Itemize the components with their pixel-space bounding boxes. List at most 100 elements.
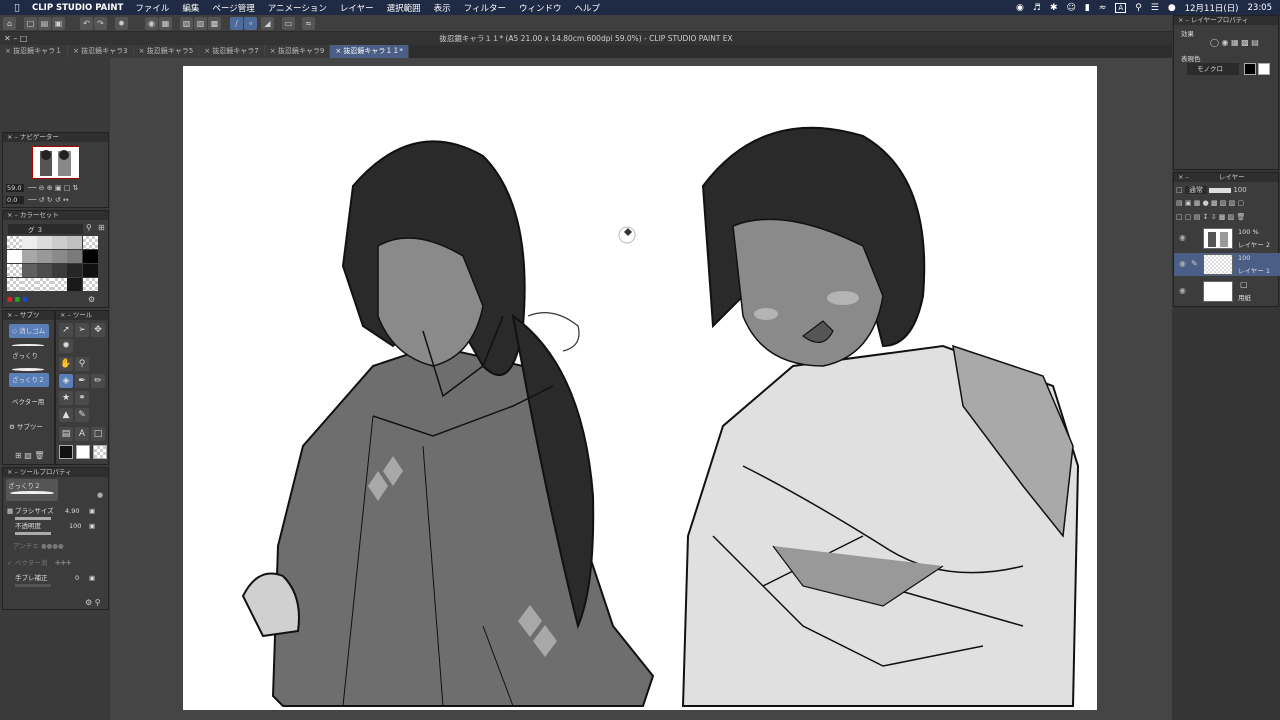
new-file-icon[interactable]: □ [24, 17, 37, 30]
show-ruler-icon[interactable]: ▭ [282, 17, 295, 30]
menu-filter[interactable]: フィルター [464, 2, 506, 14]
transparent-color-swatch[interactable] [93, 445, 107, 459]
menu-edit[interactable]: 編集 [182, 2, 199, 14]
layer-color-icon[interactable]: ▩ [1241, 38, 1249, 47]
subtool-zakkuri2[interactable]: ざっくり２ [9, 373, 49, 387]
swatch-color[interactable] [52, 236, 67, 249]
menu-help[interactable]: ヘルプ [575, 2, 601, 14]
minimize-window-icon[interactable]: – [13, 34, 17, 43]
menu-page[interactable]: ページ管理 [212, 2, 254, 14]
ruler-icon[interactable]: ▤ [59, 427, 73, 441]
drawing-canvas[interactable] [183, 66, 1097, 710]
subtool-zakkuri[interactable]: ざっくり [9, 349, 49, 363]
wifi-icon[interactable]: ≈ [1099, 3, 1107, 13]
zoom-slider[interactable]: ── ⊖ ⊕ ▣ □ ⇅ [28, 184, 78, 192]
app-name[interactable]: CLIP STUDIO PAINT [32, 3, 123, 13]
swatch-color[interactable] [52, 250, 67, 263]
layer-color-icon[interactable]: ▢ [1238, 199, 1245, 207]
color-set-search-icon[interactable]: ⚲ [86, 223, 92, 232]
menu-animation[interactable]: アニメーション [268, 2, 327, 14]
maximize-window-icon[interactable]: □ [20, 34, 28, 43]
pen-icon[interactable]: ✒ [75, 374, 89, 388]
swatch-transparent[interactable] [7, 278, 22, 291]
swatch-transparent[interactable] [7, 236, 22, 249]
gradient-map-icon[interactable]: ▤ [1251, 38, 1259, 47]
combine-down-icon[interactable]: ⇩ [1211, 213, 1217, 221]
blend-mode-dropdown[interactable]: 通常 [1184, 186, 1207, 194]
siri-icon[interactable]: ● [1168, 3, 1176, 13]
control-center-icon[interactable]: ☰ [1151, 3, 1159, 13]
delete-subtool-icon[interactable]: 🗑 [34, 451, 44, 460]
lock-icon[interactable]: ● [97, 491, 103, 499]
operation-icon[interactable]: ➢ [75, 323, 89, 337]
home-icon[interactable]: ⌂ [3, 17, 16, 30]
pencil-icon[interactable]: ✏ [91, 374, 105, 388]
swatch-transparent[interactable] [7, 264, 22, 277]
swatch-color[interactable] [7, 250, 22, 263]
swatch-transparent[interactable] [83, 236, 98, 249]
opacity-value[interactable]: 100 [69, 520, 81, 532]
brush-size-settings-icon[interactable]: ▣ [89, 505, 95, 517]
swatch-color[interactable] [22, 250, 37, 263]
text-icon[interactable]: A [75, 427, 89, 441]
menubar-time[interactable]: 23:05 [1248, 3, 1273, 13]
snap-icon[interactable]: ≈ [302, 17, 315, 30]
ruler-show-icon[interactable]: ▧ [1229, 199, 1236, 207]
volume-icon[interactable]: ♬ [1033, 3, 1041, 13]
sub-color-swatch[interactable] [76, 445, 90, 459]
input-mode-indicator[interactable]: A [1115, 2, 1127, 13]
color-set-add-icon[interactable]: ⊞ [98, 223, 105, 232]
battery-icon[interactable]: ▮ [1085, 3, 1090, 13]
swatch-color[interactable] [67, 236, 82, 249]
eye-icon[interactable]: ◉ [1179, 233, 1186, 242]
document-tab[interactable]: × 抜忍鏡キャラ5 [133, 45, 200, 58]
swatch-color[interactable] [67, 278, 82, 291]
frame-icon[interactable]: □ [91, 427, 105, 441]
swatch-color[interactable] [37, 236, 52, 249]
eye-icon[interactable]: ◉ [1179, 286, 1186, 295]
vector-eraser-options[interactable]: ✚✚✚ [55, 557, 71, 569]
swatch-transparent[interactable] [22, 278, 37, 291]
document-tab[interactable]: × 抜忍鏡キャラ9 [264, 45, 331, 58]
lock-layer-icon[interactable]: ● [1203, 199, 1209, 207]
swatch-color[interactable] [67, 264, 82, 277]
save-icon[interactable]: ▣ [52, 17, 65, 30]
brush-preview[interactable]: ざっくり２ [6, 479, 58, 501]
swatch-color[interactable] [37, 264, 52, 277]
move-layer-icon[interactable]: ✥ [91, 323, 105, 337]
new-subtool-icon[interactable]: ⊞ [15, 451, 22, 460]
apple-icon[interactable]:  [10, 3, 24, 13]
layer-row[interactable]: ◉ 100 % レイヤー 2 [1174, 227, 1280, 250]
document-tab[interactable]: × 抜忍鏡キャラ7 [199, 45, 265, 58]
eyedropper-icon[interactable]: ✎ [75, 408, 89, 422]
transfer-down-icon[interactable]: ↧ [1203, 213, 1209, 221]
opacity-slider[interactable] [15, 532, 51, 535]
zoom-value[interactable]: 59.0 [6, 184, 24, 192]
swatch-transparent[interactable] [52, 278, 67, 291]
loading-icon[interactable]: ✹ [115, 17, 128, 30]
swatch-transparent[interactable] [37, 278, 52, 291]
rotate-value[interactable]: 0.0 [6, 196, 24, 204]
main-color-swatch[interactable] [59, 445, 73, 459]
color-set-settings-icon[interactable]: ⚙ [88, 295, 95, 304]
blue-dot-icon[interactable]: ■ [22, 296, 28, 303]
opacity-settings-icon[interactable]: ▣ [89, 520, 95, 532]
menubar-date[interactable]: 12月11日(日) [1185, 2, 1239, 14]
border-effect-icon[interactable]: ◯ [1210, 38, 1219, 47]
subtool-group-eraser[interactable]: ◇ 消しゴム [9, 324, 49, 338]
eraser-icon[interactable]: ◈ [59, 374, 73, 388]
expression-black-swatch[interactable] [1244, 63, 1256, 75]
document-tab[interactable]: × 抜忍鏡キャラ１ [0, 45, 69, 58]
crop-icon[interactable]: ▩ [208, 17, 221, 30]
menu-file[interactable]: ファイル [135, 2, 169, 14]
red-dot-icon[interactable]: ■ [7, 296, 13, 303]
swatch-color[interactable] [83, 264, 98, 277]
green-dot-icon[interactable]: ■ [15, 296, 21, 303]
search-icon[interactable]: ⚲ [1135, 3, 1142, 13]
expression-white-swatch[interactable] [1258, 63, 1270, 75]
brush-size-toggle[interactable]: ▦ [7, 505, 13, 517]
fill-icon[interactable]: ◉ [145, 17, 158, 30]
invert-select-icon[interactable]: ▨ [194, 17, 207, 30]
lock-alpha-icon[interactable]: ▩ [1211, 199, 1218, 207]
reset-icon[interactable]: ⚙ [85, 598, 92, 607]
